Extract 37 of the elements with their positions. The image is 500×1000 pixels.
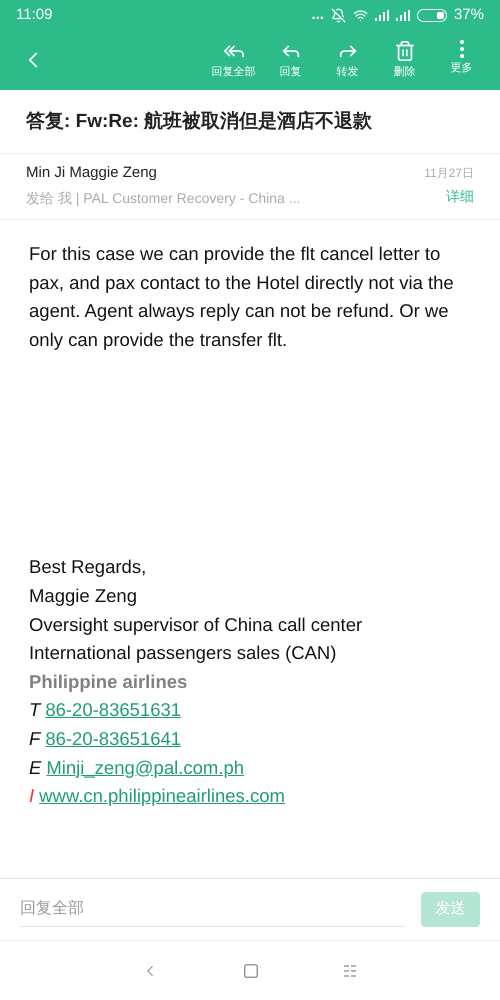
reply-field[interactable]: 回复全部 <box>20 892 405 926</box>
contact-label: I <box>29 784 34 808</box>
mute-icon <box>330 8 346 22</box>
details-link[interactable]: 详细 <box>446 186 474 206</box>
signature-line: International passengers sales (CAN) <box>29 641 338 666</box>
battery-percent: 37% <box>454 4 484 25</box>
contact-link[interactable]: Minji_zeng@pal.com.ph <box>46 754 244 782</box>
contact-link[interactable]: www.cn.philippineairlines.com <box>39 782 285 811</box>
contact-link[interactable]: 86-20-83651641 <box>45 724 182 754</box>
home-icon[interactable] <box>244 964 258 978</box>
status-dots: ... <box>311 4 324 25</box>
toolbar-button[interactable]: 回复全部 <box>205 40 262 80</box>
contact-label: F <box>29 726 40 751</box>
battery-icon <box>416 8 447 22</box>
email-body: For this case we can provide the flt cancel letter to pax, and pax contact to the Hotel directly not via the agent. Agent always reply can not be refund. Or we only can provide the transfer flt. <box>29 242 454 352</box>
status-time: 11:09 <box>16 4 52 25</box>
toolbar-button[interactable]: 转发 <box>319 40 376 80</box>
contact-label: E <box>29 756 42 780</box>
signal-icon <box>374 10 389 20</box>
toolbar-button[interactable]: 删除 <box>376 40 433 80</box>
signature-line: Maggie Zeng <box>29 584 138 608</box>
contact-link[interactable]: 86-20-83651631 <box>45 696 182 725</box>
more-icon <box>460 40 464 58</box>
contact-label: T <box>29 698 40 722</box>
email-date: 11月27日 <box>424 164 474 182</box>
email-subject: 答复: Fw:Re: 航班被取消但是酒店不退款 <box>0 90 500 154</box>
signature-line: Best Regards, <box>29 555 148 580</box>
menu-icon[interactable] <box>343 964 359 976</box>
signature-line: Oversight supervisor of China call center <box>29 612 364 637</box>
sender-name: Min Ji Maggie Zeng <box>26 162 158 182</box>
company-name: Philippine airlines <box>29 670 188 694</box>
wifi-icon <box>352 8 368 22</box>
toolbar-button[interactable]: 回复 <box>262 40 319 80</box>
recipients: 发给 我 | PAL Customer Recovery - China ... <box>26 189 300 208</box>
signal-icon <box>396 10 410 20</box>
toolbar-button[interactable]: 更多 <box>433 40 490 80</box>
trash-icon <box>394 40 416 62</box>
